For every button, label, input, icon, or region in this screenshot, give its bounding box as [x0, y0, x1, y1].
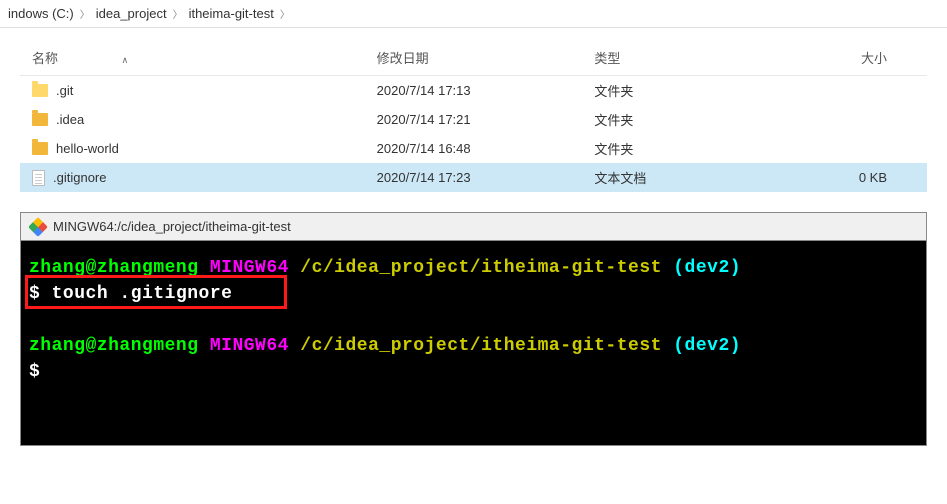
terminal-line — [29, 307, 918, 333]
terminal-body[interactable]: zhang@zhangmeng MINGW64 /c/idea_project/… — [21, 241, 926, 445]
chevron-right-icon: 〉 — [80, 6, 90, 21]
file-size — [782, 105, 927, 134]
folder-icon — [32, 113, 48, 126]
table-row[interactable]: .git 2020/7/14 17:13文件夹 — [20, 76, 927, 106]
folder-icon — [32, 142, 48, 155]
breadcrumb-segment[interactable]: idea_project — [96, 6, 167, 21]
file-size — [782, 134, 927, 163]
file-name: .gitignore — [53, 170, 106, 185]
prompt-env: MINGW64 — [210, 336, 289, 356]
prompt-user: zhang@zhangmeng — [29, 258, 199, 278]
file-name: .git — [56, 83, 73, 98]
terminal-window: MINGW64:/c/idea_project/itheima-git-test… — [20, 212, 927, 446]
terminal-line: zhang@zhangmeng MINGW64 /c/idea_project/… — [29, 333, 918, 359]
file-size: 0 KB — [782, 163, 927, 192]
file-table: 名称 ∧ 修改日期 类型 大小 .git2020/7/14 17:13文件夹.i… — [20, 40, 927, 192]
chevron-right-icon: 〉 — [173, 6, 183, 21]
table-row[interactable]: .idea 2020/7/14 17:21文件夹 — [20, 105, 927, 134]
file-type: 文件夹 — [582, 105, 782, 134]
breadcrumb-segment[interactable]: indows (C:) — [8, 6, 74, 21]
command-text: touch .gitignore — [52, 284, 233, 304]
file-date: 2020/7/14 17:23 — [365, 163, 583, 192]
file-name: .idea — [56, 112, 84, 127]
file-icon — [32, 170, 45, 186]
breadcrumb[interactable]: indows (C:) 〉 idea_project 〉 itheima-git… — [0, 0, 947, 28]
file-date: 2020/7/14 16:48 — [365, 134, 583, 163]
column-header-type[interactable]: 类型 — [582, 40, 782, 76]
prompt-dollar: $ — [29, 362, 40, 382]
prompt-user: zhang@zhangmeng — [29, 336, 199, 356]
file-type: 文件夹 — [582, 134, 782, 163]
file-list-pane: 名称 ∧ 修改日期 类型 大小 .git2020/7/14 17:13文件夹.i… — [0, 28, 947, 212]
column-header-name[interactable]: 名称 ∧ — [20, 40, 365, 76]
git-bash-icon — [28, 217, 48, 237]
terminal-line: $ touch .gitignore — [29, 281, 918, 307]
terminal-line: $ — [29, 359, 918, 385]
terminal-titlebar[interactable]: MINGW64:/c/idea_project/itheima-git-test — [21, 213, 926, 241]
prompt-dollar: $ — [29, 284, 40, 304]
table-row[interactable]: .gitignore 2020/7/14 17:23文本文档0 KB — [20, 163, 927, 192]
prompt-env: MINGW64 — [210, 258, 289, 278]
breadcrumb-segment[interactable]: itheima-git-test — [189, 6, 274, 21]
terminal-line: zhang@zhangmeng MINGW64 /c/idea_project/… — [29, 255, 918, 281]
file-type: 文件夹 — [582, 76, 782, 106]
table-row[interactable]: hello-world 2020/7/14 16:48文件夹 — [20, 134, 927, 163]
prompt-branch: (dev2) — [673, 258, 741, 278]
file-date: 2020/7/14 17:21 — [365, 105, 583, 134]
prompt-branch: (dev2) — [673, 336, 741, 356]
prompt-path: /c/idea_project/itheima-git-test — [300, 336, 662, 356]
chevron-right-icon: 〉 — [280, 6, 290, 21]
file-name: hello-world — [56, 141, 119, 156]
folder-icon — [32, 84, 48, 97]
file-type: 文本文档 — [582, 163, 782, 192]
file-size — [782, 76, 927, 106]
sort-asc-icon: ∧ — [122, 55, 129, 66]
column-header-date[interactable]: 修改日期 — [365, 40, 583, 76]
terminal-title-text: MINGW64:/c/idea_project/itheima-git-test — [53, 219, 291, 234]
file-date: 2020/7/14 17:13 — [365, 76, 583, 106]
column-header-size[interactable]: 大小 — [782, 40, 927, 76]
prompt-path: /c/idea_project/itheima-git-test — [300, 258, 662, 278]
